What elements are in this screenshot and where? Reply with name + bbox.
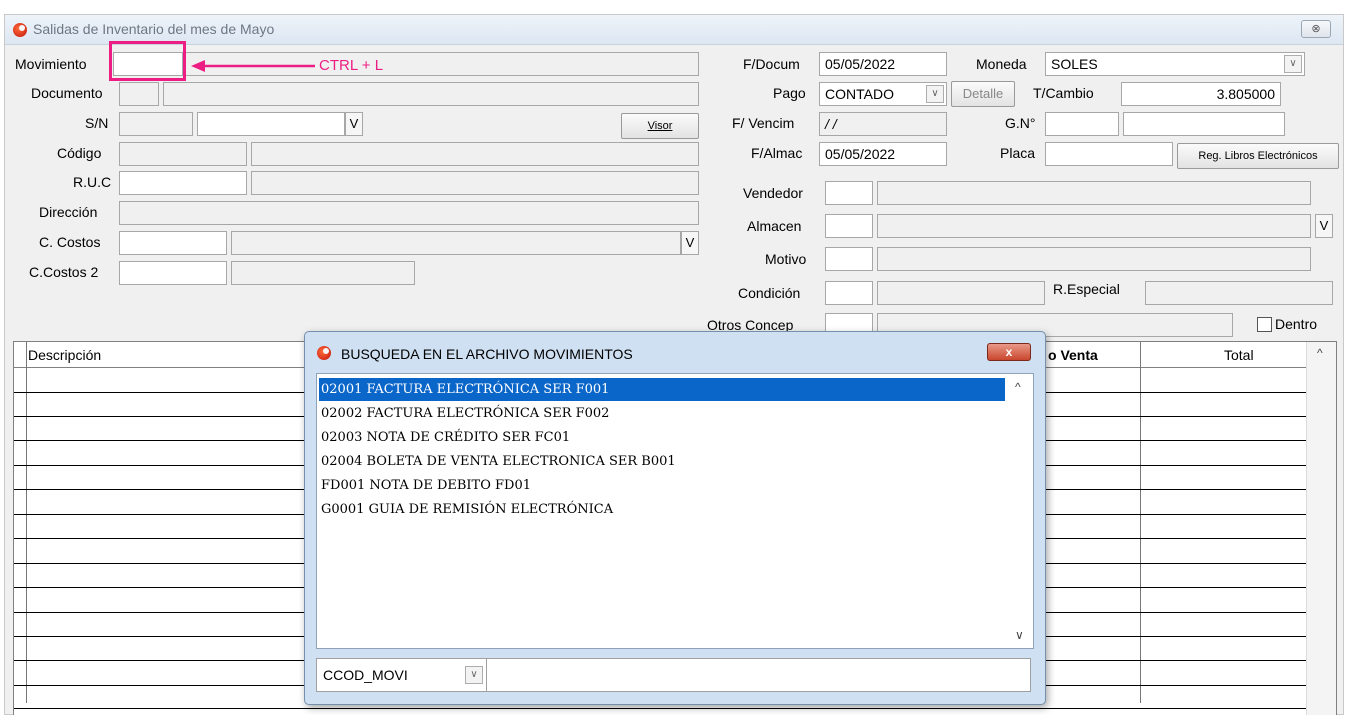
pago-select[interactable]: CONTADO ∨ (819, 82, 947, 106)
dialog-close-button[interactable]: x (987, 343, 1031, 361)
documento-label: Documento (31, 85, 103, 101)
ccostos-label: C. Costos (39, 234, 101, 250)
falmac-input[interactable]: 05/05/2022 (819, 142, 947, 166)
tcambio-input[interactable]: 3.805000 (1121, 82, 1281, 106)
tcambio-label: T/Cambio (1033, 85, 1094, 101)
condicion-label: Condición (738, 285, 801, 301)
dialog-title: BUSQUEDA EN EL ARCHIVO MOVIMIENTOS (341, 346, 633, 362)
codigo-description-field (251, 142, 699, 166)
chevron-up-icon[interactable]: ^ (1317, 346, 1323, 360)
list-item[interactable]: G0001 GUIA DE REMISIÓN ELECTRÓNICA (319, 498, 1005, 521)
gn-number-input[interactable] (1123, 112, 1285, 136)
direccion-field (119, 201, 699, 225)
almacen-label: Almacen (747, 218, 802, 234)
chevron-down-icon[interactable]: ∨ (1284, 55, 1302, 73)
visor-button-label: Visor (647, 120, 673, 132)
codigo-field (119, 142, 247, 166)
respecial-field (1145, 281, 1333, 305)
window-close-button[interactable]: ⊗ (1301, 20, 1331, 38)
gn-label: G.N° (1005, 115, 1036, 131)
app-logo-icon (13, 23, 27, 37)
grid-column-divider (1140, 342, 1141, 703)
dentro-label: Dentro (1275, 316, 1318, 332)
fvencim-label: F/ Vencim (732, 115, 795, 131)
almacen-lookup-button[interactable]: V (1315, 214, 1333, 238)
ruc-input[interactable] (119, 171, 247, 195)
documento-description-field (163, 82, 699, 106)
movimiento-label: Movimiento (15, 56, 87, 72)
moneda-label: Moneda (976, 56, 1027, 72)
direccion-label: Dirección (39, 204, 98, 220)
search-input[interactable] (486, 658, 1031, 692)
ruc-name-field (251, 171, 699, 195)
shortcut-annotation: CTRL + L (319, 57, 384, 74)
ccostos-lookup-button[interactable]: V (681, 231, 699, 255)
search-field-value: CCOD_MOVI (323, 667, 408, 683)
vendedor-input[interactable] (825, 181, 873, 205)
list-item[interactable]: 02004 BOLETA DE VENTA ELECTRONICA SER B0… (319, 450, 1005, 473)
movimientos-list[interactable]: 02001 FACTURA ELECTRÓNICA SER F001 02002… (316, 373, 1034, 649)
grid-column-divider (26, 342, 27, 703)
column-header-total[interactable]: Total (1224, 347, 1254, 363)
chevron-down-icon[interactable]: ∨ (465, 666, 483, 684)
placa-label: Placa (1000, 145, 1036, 161)
motivo-label: Motivo (765, 251, 807, 267)
search-dialog: BUSQUEDA EN EL ARCHIVO MOVIMIENTOS x 020… (304, 331, 1046, 705)
placa-input[interactable] (1045, 142, 1173, 166)
ruc-label: R.U.C (73, 174, 112, 190)
column-header-precio-venta[interactable]: o Venta (1048, 347, 1098, 363)
vendedor-name-field (877, 181, 1311, 205)
list-item[interactable]: 02002 FACTURA ELECTRÓNICA SER F002 (319, 402, 1005, 425)
list-item[interactable]: 02003 NOTA DE CRÉDITO SER FC01 (319, 426, 1005, 449)
numero-input[interactable] (197, 112, 345, 136)
chevron-up-icon[interactable]: ^ (1015, 380, 1021, 394)
column-header-descripcion[interactable]: Descripción (28, 347, 101, 363)
fdocum-input[interactable]: 05/05/2022 (819, 52, 947, 76)
list-item[interactable]: FD001 NOTA DE DEBITO FD01 (319, 474, 1005, 497)
documento-code-field (119, 82, 159, 106)
respecial-label: R.Especial (1053, 281, 1120, 297)
chevron-down-icon[interactable]: ∨ (1015, 628, 1024, 642)
list-scrollbar[interactable]: ^ ∨ (1007, 374, 1033, 648)
motivo-input[interactable] (825, 247, 873, 271)
window-titlebar: Salidas de Inventario del mes de Mayo ⊗ (5, 15, 1343, 45)
ccostos2-label: C.Costos 2 (29, 264, 99, 280)
ccostos-description-field (231, 231, 681, 255)
fdocum-label: F/Docum (743, 56, 800, 72)
moneda-value: SOLES (1051, 56, 1098, 72)
grid-row-line (14, 708, 1306, 709)
moneda-select[interactable]: SOLES ∨ (1045, 52, 1305, 76)
sn-lookup-button[interactable]: V (345, 112, 363, 136)
codigo-label: Código (57, 145, 102, 161)
almacen-name-field (877, 214, 1311, 238)
condicion-input[interactable] (825, 281, 873, 305)
condicion-description-field (877, 281, 1045, 305)
movimiento-highlight-box (109, 41, 186, 81)
window-title: Salidas de Inventario del mes de Mayo (33, 21, 275, 37)
search-field-select[interactable]: CCOD_MOVI ∨ (316, 658, 488, 692)
fvencim-field: / / (819, 112, 947, 136)
dentro-checkbox[interactable] (1257, 317, 1272, 332)
dialog-titlebar: BUSQUEDA EN EL ARCHIVO MOVIMIENTOS x (305, 332, 1045, 364)
visor-button[interactable]: Visor (621, 113, 699, 139)
ccostos2-input[interactable] (119, 261, 227, 285)
ccostos2-description-field (231, 261, 415, 285)
vendedor-label: Vendedor (743, 185, 803, 201)
reg-libros-electronicos-button[interactable]: Reg. Libros Electrónicos (1177, 143, 1339, 169)
app-logo-icon (317, 346, 331, 360)
motivo-description-field (877, 247, 1311, 271)
ccostos-input[interactable] (119, 231, 227, 255)
sn-label: S/N (85, 115, 109, 131)
serie-field (119, 112, 193, 136)
annotation-arrow-icon (191, 60, 315, 72)
gn-series-input[interactable] (1045, 112, 1119, 136)
almacen-input[interactable] (825, 214, 873, 238)
pago-value: CONTADO (825, 86, 894, 102)
grid-scrollbar[interactable]: ^ (1306, 342, 1336, 715)
list-item[interactable]: 02001 FACTURA ELECTRÓNICA SER F001 (319, 378, 1005, 401)
pago-label: Pago (773, 85, 806, 101)
falmac-label: F/Almac (751, 145, 803, 161)
chevron-down-icon[interactable]: ∨ (926, 85, 944, 103)
detalle-button[interactable]: Detalle (951, 81, 1015, 107)
